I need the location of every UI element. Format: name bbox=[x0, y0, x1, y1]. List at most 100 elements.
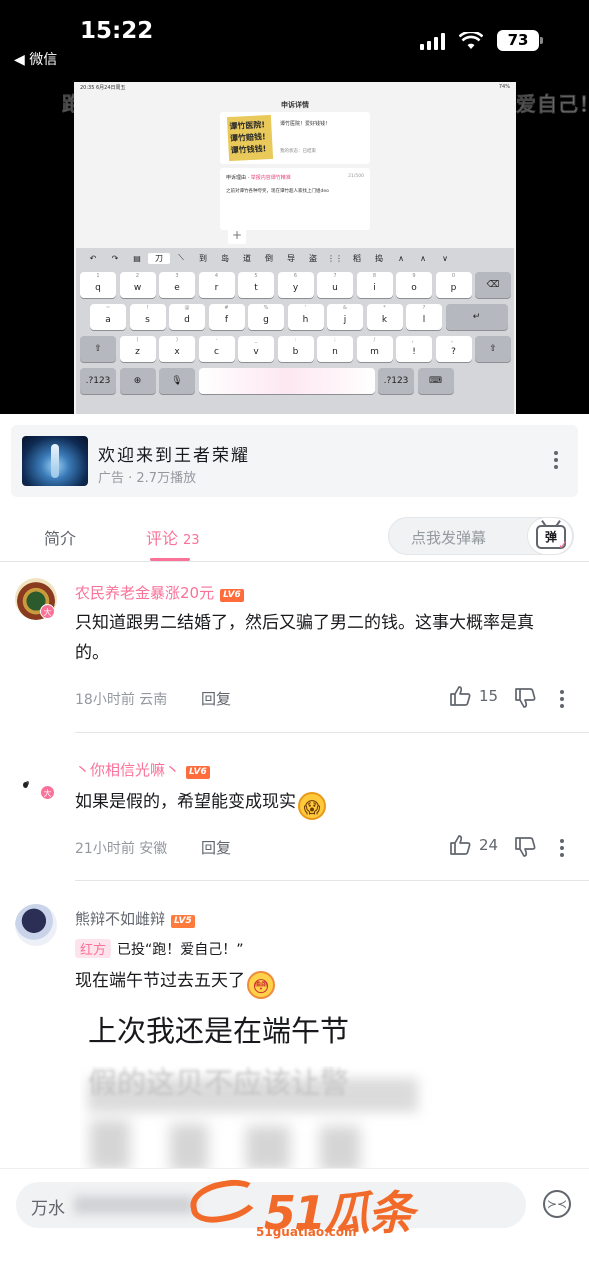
more-icon[interactable] bbox=[560, 690, 564, 708]
candidate-word: 稻 bbox=[353, 253, 361, 263]
tab-bar: 简介 评论 23 点我发弹幕 弹 ✓ bbox=[0, 508, 589, 562]
comment-text: 只知道跟男二结婚了，然后又骗了男二的钱。这事大概率是真的。 bbox=[75, 613, 534, 663]
danmu-toggle-button[interactable]: 弹 ✓ bbox=[527, 517, 573, 555]
keyboard-key: :b bbox=[277, 336, 314, 362]
keyboard-key: ~ a bbox=[90, 304, 126, 330]
recorded-screen: 20:35 6月24日周五 74% 申诉详情 谭竹医院! 谭竹赔钱! 谭竹钱钱! … bbox=[74, 82, 516, 414]
keyboard-key: 2w bbox=[119, 272, 156, 298]
candidate-word: 刀 bbox=[148, 252, 170, 264]
keyboard-key bbox=[198, 368, 375, 394]
tab-intro[interactable]: 简介 bbox=[44, 525, 76, 549]
keyboard-key: -c bbox=[198, 336, 235, 362]
divider bbox=[75, 732, 589, 733]
keyboard-key: (z bbox=[119, 336, 156, 362]
comment-meta: 21小时前 安徽 bbox=[75, 841, 168, 857]
emoji-icon[interactable]: ≻≺ bbox=[543, 1190, 571, 1218]
username[interactable]: 丶你相信光嘛丶 LV6 bbox=[75, 759, 210, 780]
keyboard-key: * k bbox=[366, 304, 403, 330]
vip-badge: 大 bbox=[40, 604, 55, 619]
thumbs-up-icon bbox=[450, 835, 471, 855]
add-image-icon: + bbox=[228, 226, 246, 244]
reply-button[interactable]: 回复 bbox=[201, 688, 231, 709]
danmu-placeholder: 点我发弹幕 bbox=[411, 529, 487, 547]
keyboard-key: ⊕ bbox=[119, 368, 156, 394]
vote-info: 红方 已投“跑！爱自己！” bbox=[75, 939, 244, 959]
candidate-word: 导 bbox=[287, 253, 295, 263]
back-to-wechat[interactable]: ◀ 微信 bbox=[14, 49, 57, 69]
candidate-word: 倒 bbox=[265, 253, 273, 263]
blurred-image-area bbox=[80, 1068, 460, 1178]
keyboard-key: _ v bbox=[238, 336, 274, 362]
like-button[interactable]: 24 bbox=[449, 835, 498, 855]
keyboard-key: ↵ bbox=[445, 304, 508, 330]
username[interactable]: 熊辩不如雌辩 LV5 bbox=[75, 908, 195, 929]
keyboard-key: ⌨ bbox=[417, 368, 454, 394]
ad-title: 欢迎来到王者荣耀 bbox=[98, 446, 250, 466]
battery-icon: 73 bbox=[497, 30, 543, 51]
ad-subtitle: 广告 · 2.7万播放 bbox=[98, 471, 197, 486]
level-badge: LV5 bbox=[171, 915, 195, 928]
reply-button[interactable]: 回复 bbox=[201, 837, 231, 858]
keyboard-key: ，! bbox=[396, 336, 432, 362]
keyboard-key: .?123 bbox=[80, 368, 116, 394]
keyboard-key: .?123 bbox=[378, 368, 414, 394]
keyboard-key: ⇧ bbox=[80, 336, 116, 362]
thumbs-up-icon bbox=[450, 686, 471, 706]
keyboard-key: 9o bbox=[396, 272, 432, 298]
comment-image-text: 上次我还是在端午节 bbox=[88, 1014, 350, 1048]
recorded-status-bar: 20:35 6月24日周五 74% bbox=[80, 84, 510, 91]
recorded-page-title: 申诉详情 bbox=[281, 101, 309, 109]
candidate-word: ↷ bbox=[111, 253, 119, 263]
keyboard-row: ~ a! s @ d # f% g ' h & j * k? l ↵ bbox=[90, 304, 508, 330]
signal-icon bbox=[420, 32, 445, 50]
keyboard-row: ⇧(z) x - c _ v: b; n / m，!。? ⇧ bbox=[80, 336, 511, 362]
avatar[interactable] bbox=[15, 904, 57, 946]
keyboard-key: 6y bbox=[277, 272, 314, 298]
level-badge: LV6 bbox=[220, 589, 244, 602]
keyboard-key: 🎙 bbox=[159, 368, 195, 394]
candidate-word: ⋮⋮ bbox=[327, 253, 343, 263]
candidate-word: 岛 bbox=[221, 253, 229, 263]
keyboard-key: ⇧ bbox=[475, 336, 511, 362]
candidate-word: 捣 bbox=[375, 253, 383, 263]
comment-text: 现在端午节过去五天了 😳 bbox=[75, 966, 567, 999]
input-placeholder: 万水 bbox=[31, 1199, 65, 1219]
video-player[interactable]: 15:22 ◀ 微信 73 跑！爱自己！ 跑！爱自己！ 跑！爱自己！ 20:35… bbox=[0, 0, 589, 414]
candidate-word: ∨ bbox=[442, 253, 448, 263]
thumbs-down-icon[interactable] bbox=[514, 688, 536, 708]
like-button[interactable]: 15 bbox=[449, 686, 498, 706]
keyboard-key: / m bbox=[356, 336, 393, 362]
keyboard-key: 5t bbox=[238, 272, 274, 298]
ad-card[interactable]: 欢迎来到王者荣耀 广告 · 2.7万播放 bbox=[11, 425, 578, 497]
shocked-emoji-icon: 😱 bbox=[298, 792, 326, 820]
keyboard-row: 1 q 2 w 3 e 4 r 5 t 6 y 7 u 8 i 9 o 0 p ⌫ bbox=[80, 272, 511, 298]
keyboard-key: 。? bbox=[435, 336, 472, 362]
more-icon[interactable] bbox=[554, 451, 558, 469]
keyboard-key: 7u bbox=[317, 272, 353, 298]
username[interactable]: 农民养老金暴涨20元 LV6 bbox=[75, 582, 244, 603]
more-icon[interactable] bbox=[560, 839, 564, 857]
danmu-input[interactable]: 点我发弹幕 弹 ✓ bbox=[388, 517, 574, 555]
keyboard-key: # f bbox=[208, 304, 245, 330]
keyboard-key: % g bbox=[248, 304, 284, 330]
tab-comments[interactable]: 评论 23 bbox=[146, 525, 200, 549]
candidate-word: ∧ bbox=[420, 253, 426, 263]
comment-meta: 18小时前 云南 bbox=[75, 692, 168, 708]
comment-text: 如果是假的，希望能变成现实 😱 bbox=[75, 787, 567, 820]
keyboard-key: @ d bbox=[169, 304, 205, 330]
thumbs-down-icon[interactable] bbox=[514, 837, 536, 857]
keyboard-key: & j bbox=[327, 304, 363, 330]
keyboard-key: ' h bbox=[287, 304, 324, 330]
vote-tag: 红方 bbox=[75, 939, 112, 958]
candidate-word: 到 bbox=[199, 253, 207, 263]
status-icons: 73 bbox=[420, 30, 543, 51]
keyboard-key: 1q bbox=[80, 272, 116, 298]
keyboard-candidate-bar: ↶ ↷ ▤ 刀 ⟍ 到 岛 道 倒 导 盗 ⋮⋮ 稻 捣 ∧ ∧ ∨ bbox=[76, 248, 514, 268]
keyboard-key: ? l bbox=[406, 304, 442, 330]
candidate-word: ⟍ bbox=[178, 253, 184, 262]
keyboard-key: ! s bbox=[129, 304, 166, 330]
like-count: 24 bbox=[479, 836, 499, 854]
keyboard-key: 8i bbox=[356, 272, 393, 298]
status-time: 15:22 bbox=[80, 18, 154, 44]
recorded-reason-card: 申诉理由 · 举报内容谭竹精准 21/500 之前对谭竹各种夸奖，现在谭竹超人家… bbox=[220, 168, 370, 230]
